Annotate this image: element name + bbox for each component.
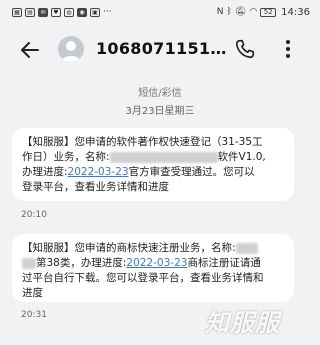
grid-icon: ▤: [25, 7, 35, 17]
message-line: 第38类，办理进度:2022-03-23商标注册证请通: [22, 256, 284, 271]
phone-icon: [235, 39, 255, 59]
message-text: 软件V1.0,: [217, 151, 266, 163]
wifi-icon: ◠: [249, 7, 258, 17]
message-text: 办理进度:: [22, 166, 68, 178]
status-right: N ᛒ 🔕︎ ◠ 52 14:36: [217, 7, 310, 18]
message-bubble[interactable]: 【知服服】您申请的商标快速注册业务，名称: 第38类，办理进度:2022-03-…: [12, 234, 294, 302]
redacted-name: [235, 242, 258, 254]
sim-icon: ▦: [12, 7, 22, 17]
conversation-header: 1068071151…: [0, 30, 320, 70]
message-text: 第38类，办理进度:: [36, 257, 127, 269]
bluetooth-icon: ᛒ: [226, 7, 232, 17]
message-line: 【知服服】您申请的软件著作权快速登记（31-35工: [22, 136, 263, 148]
more-options-button[interactable]: [278, 36, 298, 62]
redacted-name: [109, 151, 218, 163]
battery-indicator: 52: [260, 7, 277, 17]
avatar[interactable]: [58, 36, 84, 62]
message-line: 登录平台，查看业务详情和进度: [22, 181, 169, 193]
watermark: 知服服: [205, 309, 280, 337]
status-time: 14:36: [281, 6, 310, 18]
message-line: 进度: [22, 287, 43, 299]
message-line: 作日）业务，名称: 软件V1.0,: [22, 150, 284, 165]
heart-icon: ♥: [51, 7, 61, 17]
person-icon: [61, 41, 81, 62]
silent-icon: 🔕︎: [234, 7, 247, 17]
contact-number: 1068071151…: [96, 39, 226, 58]
redacted-name: [22, 257, 36, 269]
image-icon: ▣: [90, 7, 100, 17]
message-text: 作日）业务，名称:: [22, 151, 110, 163]
message-text: 商标注册证请通: [187, 257, 261, 269]
message-line: 【知服服】您申请的商标快速注册业务，名称:: [22, 241, 284, 256]
status-bar: ▦ ▤ ✉ ♥ ◍ ◉ ▣ ··· N ᛒ 🔕︎ ◠ 52 14:36: [0, 0, 320, 24]
date-divider: 3月23日星期三: [125, 106, 195, 117]
qq-icon: ◉: [77, 7, 87, 17]
dots-icon: ···: [103, 7, 112, 17]
back-button[interactable]: [18, 38, 42, 62]
back-arrow-icon: [21, 42, 39, 58]
bubble-icon: ◍: [64, 7, 74, 17]
date-link[interactable]: 2022-03-23: [126, 257, 187, 269]
message-text: 【知服服】您申请的商标快速注册业务，名称:: [22, 242, 236, 254]
message-line: 过平台自行下载。您可以登录平台，查看业务详情和: [22, 272, 264, 284]
date-link[interactable]: 2022-03-23: [68, 166, 129, 178]
status-left: ▦ ▤ ✉ ♥ ◍ ◉ ▣ ···: [12, 7, 112, 17]
message-line: 办理进度:2022-03-23官方审查受理通过。您可以: [22, 165, 284, 180]
message-bubble[interactable]: 【知服服】您申请的软件著作权快速登记（31-35工 作日）业务，名称: 软件V1.…: [12, 128, 294, 201]
nfc-icon: N: [216, 7, 224, 17]
call-button[interactable]: [234, 38, 256, 60]
more-vertical-icon: [286, 40, 290, 58]
message-timestamp: 20:31: [21, 310, 47, 320]
message-icon: ✉: [38, 7, 48, 17]
message-timestamp: 20:10: [21, 210, 47, 220]
message-text: 官方审查受理通过。您可以: [128, 166, 255, 178]
message-type-label: 短信/彩信: [138, 88, 182, 99]
